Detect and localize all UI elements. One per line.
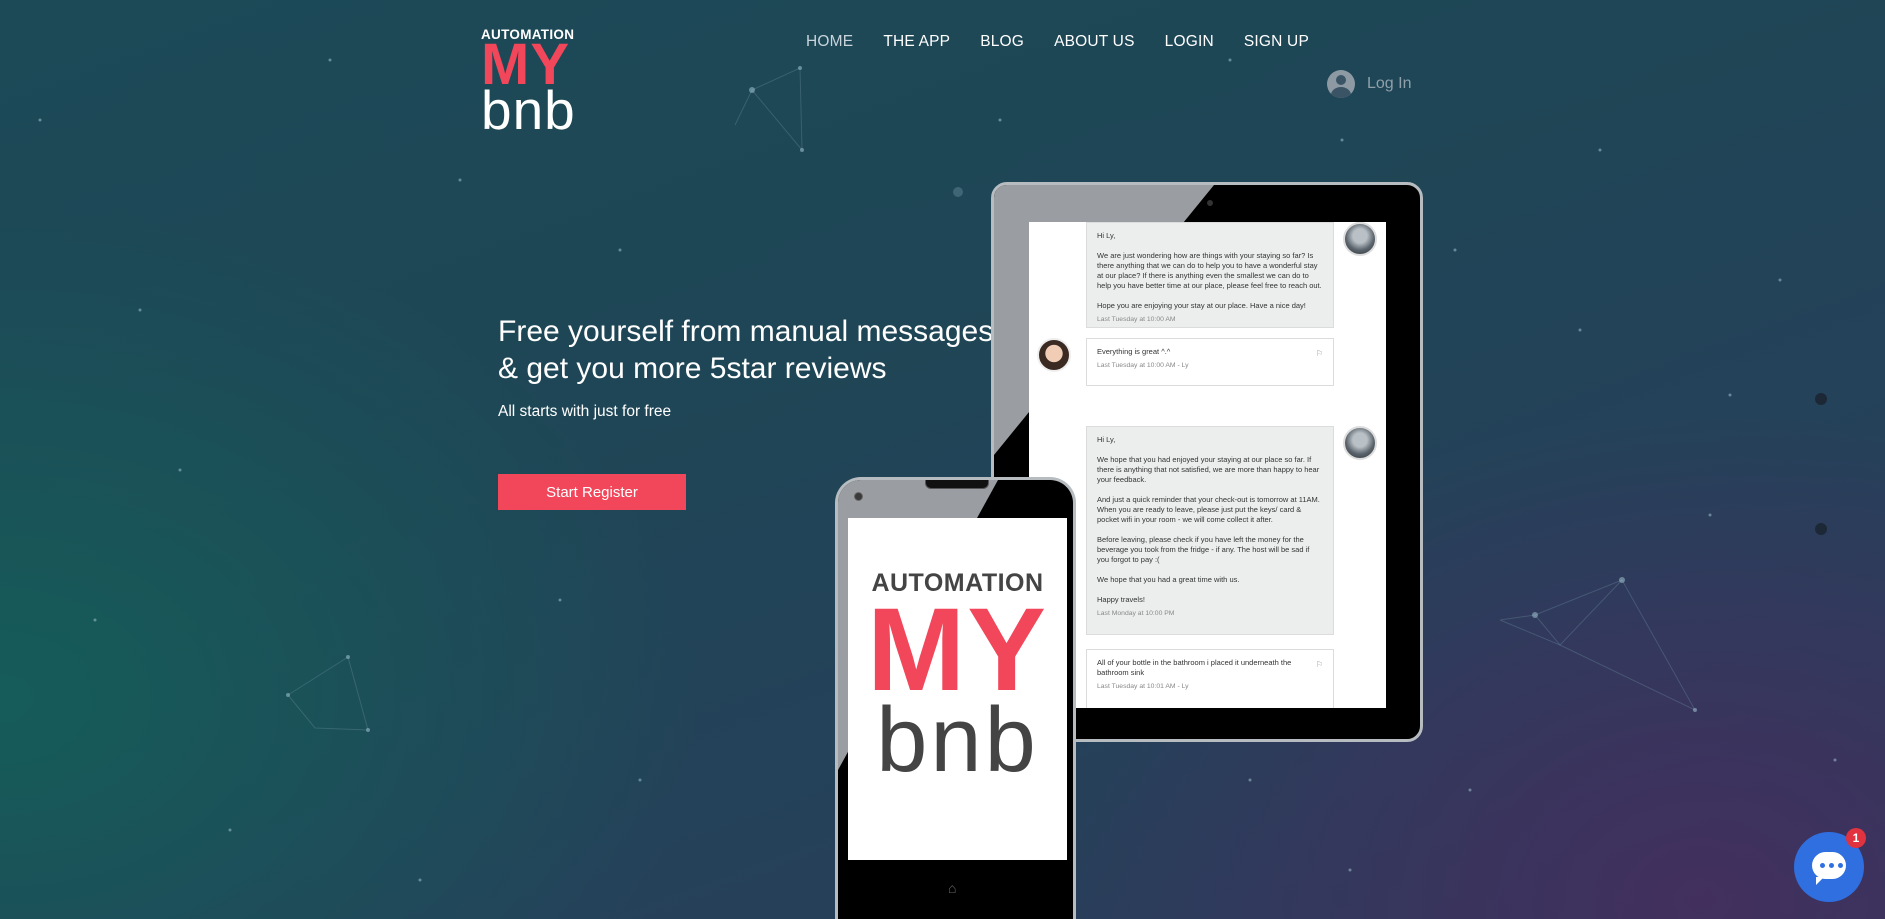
message-guest-1: ⚐ Everything is great ^.^ Last Tuesday a…	[1086, 338, 1334, 386]
message-time: Last Monday at 10:00 PM	[1097, 610, 1175, 617]
message-host-1: Hi Ly, We are just wondering how are thi…	[1086, 222, 1334, 328]
main-nav: HOME THE APP BLOG ABOUT US LOGIN SIGN UP	[806, 33, 1309, 51]
message-text: Hope you are enjoying your stay at our p…	[1097, 301, 1306, 310]
message-text: And just a quick reminder that your chec…	[1097, 495, 1320, 524]
start-register-button[interactable]: Start Register	[498, 474, 686, 510]
chat-bubble-icon	[1812, 852, 1846, 885]
message-guest-2: ⚐ All of your bottle in the bathroom i p…	[1086, 649, 1334, 708]
tablet-camera	[1207, 200, 1213, 206]
chat-widget-button[interactable]: 1	[1794, 828, 1866, 902]
chat-unread-badge: 1	[1846, 828, 1866, 848]
logo-text-bnb: bnb	[481, 79, 576, 141]
message-host-2: Hi Ly, We hope that you had enjoyed your…	[1086, 426, 1334, 635]
nav-about-us[interactable]: ABOUT US	[1054, 33, 1135, 51]
message-time: Last Tuesday at 10:00 AM - Ly	[1097, 362, 1189, 369]
nav-login[interactable]: LOGIN	[1165, 33, 1214, 51]
message-text: We are just wondering how are things wit…	[1097, 251, 1322, 290]
message-text: All of your bottle in the bathroom i pla…	[1097, 658, 1292, 677]
nav-blog[interactable]: BLOG	[980, 33, 1024, 51]
hero-headline-line2: & get you more 5star reviews	[498, 352, 887, 385]
phone-camera	[854, 492, 863, 501]
phone-speaker	[925, 480, 989, 489]
host-avatar	[1343, 426, 1377, 460]
phone-logo-my: MY	[867, 584, 1048, 716]
message-text: We hope that you had enjoyed your stayin…	[1097, 455, 1320, 484]
phone-logo-bnb: bnb	[876, 689, 1039, 791]
message-time: Last Tuesday at 10:01 AM - Ly	[1097, 683, 1189, 690]
hero-headline-line1: Free yourself from manual messages	[498, 315, 994, 348]
nav-sign-up[interactable]: SIGN UP	[1244, 33, 1309, 51]
message-text: Before leaving, please check if you have…	[1097, 535, 1310, 564]
message-text: Happy travels!	[1097, 595, 1145, 604]
tablet-screen-conversation: Hi Ly, We are just wondering how are thi…	[1029, 222, 1386, 708]
message-text: Hi Ly,	[1097, 231, 1116, 240]
message-text: Hi Ly,	[1097, 435, 1116, 444]
hero-headline: Free yourself from manual messages & get…	[498, 313, 998, 387]
phone-mockup: AUTOMATION MY bnb ⌂	[835, 477, 1076, 919]
host-avatar	[1343, 222, 1377, 256]
slide-dot[interactable]	[1815, 523, 1827, 535]
nav-the-app[interactable]: THE APP	[883, 33, 950, 51]
message-text: We hope that you had a great time with u…	[1097, 575, 1240, 584]
phone-screen-logo: AUTOMATION MY bnb	[848, 518, 1067, 860]
site-logo[interactable]: AUTOMATION MY bnb	[481, 27, 581, 141]
hero-subline: All starts with just for free	[498, 403, 672, 420]
flag-icon[interactable]: ⚐	[1316, 349, 1323, 359]
login-label: Log In	[1367, 75, 1412, 92]
member-login-button[interactable]: Log In	[1327, 70, 1411, 98]
user-avatar-icon	[1327, 70, 1355, 98]
slide-dot[interactable]	[1815, 393, 1827, 405]
nav-home[interactable]: HOME	[806, 33, 853, 51]
guest-avatar	[1037, 338, 1071, 372]
home-button-icon: ⌂	[948, 880, 957, 896]
message-text: Everything is great ^.^	[1097, 347, 1171, 356]
flag-icon[interactable]: ⚐	[1316, 660, 1323, 670]
message-time: Last Tuesday at 10:00 AM	[1097, 316, 1176, 323]
